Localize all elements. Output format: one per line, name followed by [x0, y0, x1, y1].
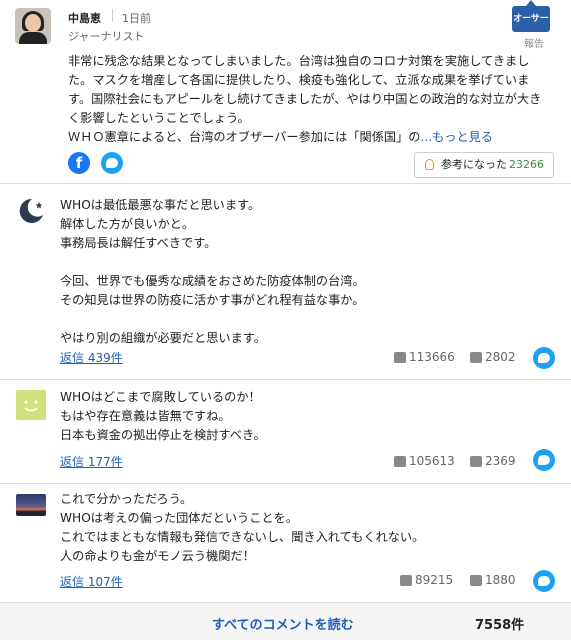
twitter-icon[interactable] — [533, 347, 555, 369]
reply-link[interactable]: 返信 107件 — [60, 573, 123, 590]
comment-count: 7558件 — [475, 618, 525, 633]
like-value: 113666 — [409, 350, 455, 364]
thumbs-down-icon — [470, 351, 482, 363]
dislike-count[interactable]: 1880 — [470, 573, 516, 587]
author-time: 1日前 — [122, 12, 151, 25]
author-badge: オーサー — [512, 0, 550, 32]
thumbs-up-icon — [400, 574, 412, 586]
author-name[interactable]: 中島恵 — [68, 10, 101, 26]
comments-footer: すべてのコメントを読む 7558件 — [0, 603, 571, 640]
comment-text: WHOは最低最悪な事だと思います。 解体した方が良いかと。 事務局長は解任すべき… — [60, 198, 365, 345]
reply-link[interactable]: 返信 177件 — [60, 453, 123, 470]
author-comment: 中島恵 1日前 ジャーナリスト オーサー 報告 非常に残念な結果となってしまいま… — [0, 0, 571, 184]
dislike-value: 2802 — [485, 350, 516, 364]
helpful-label: 参考になった — [441, 158, 507, 171]
dislike-value: 1880 — [485, 573, 516, 587]
like-count[interactable]: 89215 — [400, 573, 453, 587]
like-value: 89215 — [415, 573, 454, 587]
author-body-text-2: ＷＨＯ憲章によると、台湾のオブザーバー参加には「関係国」の — [68, 130, 421, 144]
sunset-avatar-icon — [16, 494, 46, 516]
reply-link[interactable]: 返信 439件 — [60, 349, 123, 366]
comment-text: これで分かっただろう。 WHOは考えの偏った団体だということを。 これではまとも… — [60, 492, 425, 563]
read-all-comments-link[interactable]: すべてのコメントを読む — [212, 614, 354, 633]
facebook-share-icon[interactable]: f — [68, 152, 90, 174]
twitter-icon[interactable] — [533, 449, 555, 471]
thumbs-up-icon — [394, 455, 406, 467]
like-value: 105613 — [409, 454, 455, 468]
lightbulb-icon — [425, 159, 434, 170]
thumbs-down-icon — [470, 574, 482, 586]
moon-avatar-icon — [16, 196, 46, 226]
smile-avatar-icon — [16, 390, 46, 420]
author-role: ジャーナリスト — [68, 30, 145, 43]
twitter-icon[interactable] — [533, 570, 555, 592]
divider — [112, 9, 113, 22]
dislike-count[interactable]: 2369 — [470, 454, 516, 468]
like-count[interactable]: 105613 — [394, 454, 455, 468]
report-link[interactable]: 報告 — [524, 35, 544, 50]
helpful-button[interactable]: 参考になった 23266 — [414, 152, 554, 178]
author-avatar[interactable] — [15, 8, 51, 44]
dislike-count[interactable]: 2802 — [470, 350, 516, 364]
thumbs-up-icon — [394, 351, 406, 363]
author-body-text: 非常に残念な結果となってしまいました。台湾は独自のコロナ対策を実施してきました。… — [68, 54, 542, 125]
comment-item: WHOは最低最悪な事だと思います。 解体した方が良いかと。 事務局長は解任すべき… — [0, 184, 571, 380]
helpful-count: 23266 — [509, 158, 544, 171]
twitter-share-icon[interactable] — [101, 152, 123, 174]
comment-item: WHOはどこまで腐敗しているのか！ もはや存在意義は皆無ですね。 日本も資金の拠… — [0, 380, 571, 484]
comment-item: これで分かっただろう。 WHOは考えの偏った団体だということを。 これではまとも… — [0, 484, 571, 603]
comment-text: WHOはどこまで腐敗しているのか！ もはや存在意義は皆無ですね。 日本も資金の拠… — [60, 390, 266, 442]
like-count[interactable]: 113666 — [394, 350, 455, 364]
author-body: 非常に残念な結果となってしまいました。台湾は独自のコロナ対策を実施してきました。… — [68, 52, 552, 147]
dislike-value: 2369 — [485, 454, 516, 468]
thumbs-down-icon — [470, 455, 482, 467]
comment-page: 中島恵 1日前 ジャーナリスト オーサー 報告 非常に残念な結果となってしまいま… — [0, 0, 571, 640]
read-more-link[interactable]: ...もっと見る — [420, 130, 493, 144]
